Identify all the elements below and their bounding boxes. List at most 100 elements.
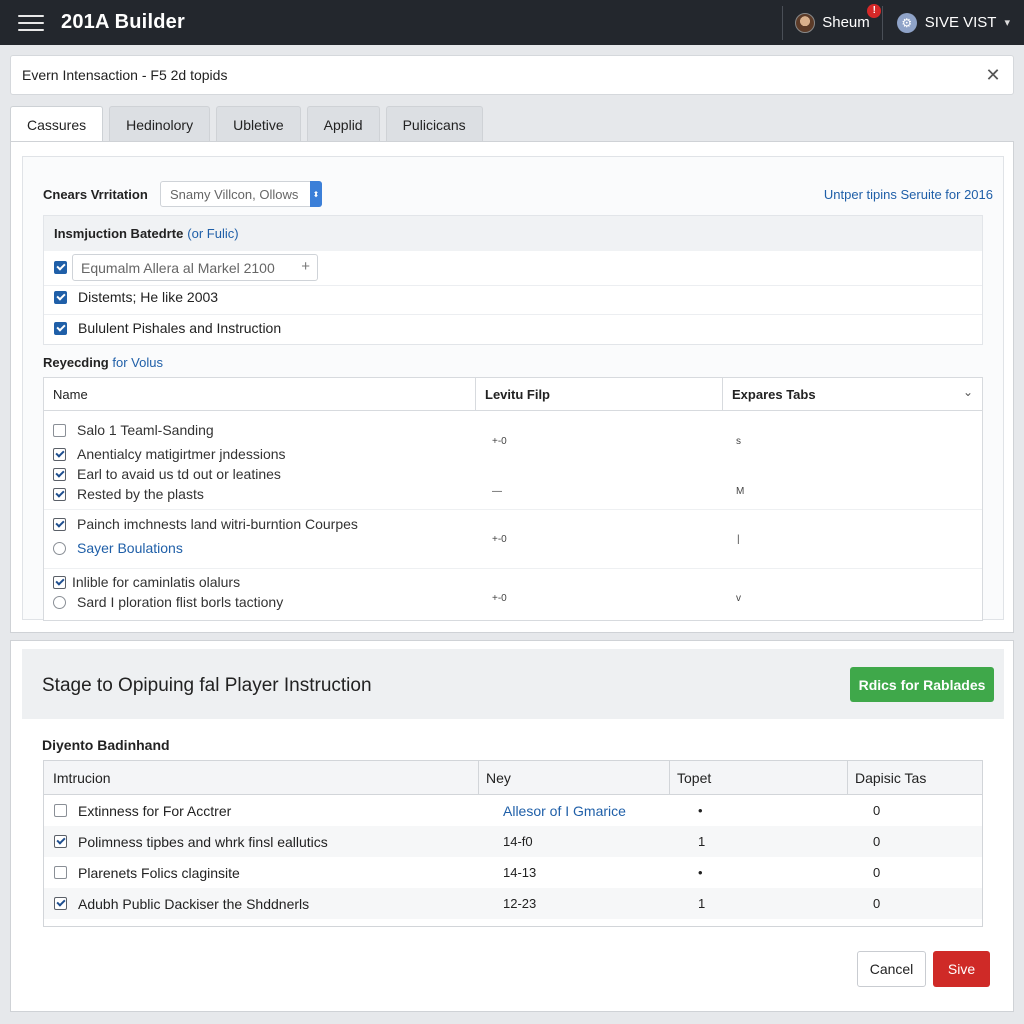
row-ney: 14-13: [503, 865, 537, 880]
player-instruction-panel: Stage to Opipuing fal Player Instruction…: [10, 640, 1014, 1012]
instruction-heading: Insmjuction Batedrte (or Fulic): [44, 216, 982, 251]
row-name: Polimness tipbes and whrk finsl eallutic…: [78, 833, 328, 850]
instruction-item-label: Distemts; He like 2003: [78, 289, 219, 305]
checkbox[interactable]: [53, 575, 66, 589]
panel-header: Stage to Opipuing fal Player Instruction…: [22, 649, 1004, 719]
user-name: Sheum: [822, 14, 870, 31]
plus-icon[interactable]: +: [301, 258, 310, 275]
table-row[interactable]: Painch imchnests land witri-burntion Cou…: [53, 516, 358, 532]
cancel-button[interactable]: Cancel: [857, 951, 926, 987]
checkbox[interactable]: [54, 866, 67, 879]
notification-badge[interactable]: !: [867, 3, 882, 18]
checkbox[interactable]: [53, 517, 66, 531]
section-title-text: Reyecding: [43, 355, 109, 370]
section-title-link[interactable]: for Volus: [112, 355, 163, 370]
tab-bar: Cassures Hedinolory Ubletive Applid Puli…: [10, 106, 483, 142]
column-divider: [669, 761, 670, 795]
chevron-down-icon[interactable]: ⬍: [310, 181, 322, 207]
row-link[interactable]: Allesor of I Gmarice: [503, 803, 626, 819]
tab-applid[interactable]: Applid: [306, 106, 380, 142]
instruction-input[interactable]: Equmalm Allera al Markel 2100 +: [72, 254, 318, 281]
tab-hedinolory[interactable]: Hedinolory: [109, 106, 211, 142]
avatar: [795, 12, 816, 33]
values-table: Name Levitu Filp Expares Tabs ⌄ Salo 1 T…: [43, 377, 983, 621]
table-row[interactable]: Sard I ploration flist borls tactiony: [53, 594, 283, 610]
row-tas: 0: [873, 803, 881, 818]
table-row[interactable]: Earl to avaid us td out or leatines: [53, 466, 281, 482]
row-label: Rested by the plasts: [77, 486, 204, 502]
panel-title: Stage to Opipuing fal Player Instruction: [42, 675, 372, 696]
row-value: |: [737, 534, 740, 545]
row-topet: 1: [698, 896, 706, 911]
row-label: Painch imchnests land witri-burntion Cou…: [77, 516, 358, 532]
site-selector[interactable]: ⚙ SIVE VIST ▾: [883, 12, 1024, 33]
table-row[interactable]: Plarenets Folics claginsite 14-13 • 0: [44, 857, 982, 888]
filter-link[interactable]: Untper tipins Seruite for 2016: [824, 187, 993, 202]
dialog-title: Evern Intensaction - F5 2d topids: [22, 67, 228, 83]
radio-button[interactable]: [53, 541, 66, 555]
checkbox[interactable]: [53, 467, 66, 481]
table-row[interactable]: Extinness for For Acctrer Allesor of I G…: [44, 795, 982, 826]
panel-inner: Cnears Vrritation Snamy Villcon, Ollows …: [22, 156, 1004, 621]
instruction-heading-link[interactable]: (or Fulic): [187, 226, 238, 241]
column-header-name[interactable]: Name: [53, 387, 88, 402]
column-header-topet[interactable]: Topet: [677, 770, 711, 786]
chevron-down-icon[interactable]: ⌄: [963, 385, 973, 399]
menu-icon[interactable]: [18, 14, 44, 32]
filter-row: Cnears Vrritation Snamy Villcon, Ollows …: [43, 181, 322, 207]
row-value: M: [736, 486, 745, 497]
checkbox[interactable]: [54, 835, 67, 848]
tab-cassures[interactable]: Cassures: [10, 106, 104, 142]
row-link[interactable]: Sayer Boulations: [77, 540, 183, 556]
checkbox[interactable]: [53, 487, 66, 501]
checkbox[interactable]: [54, 261, 67, 274]
instruction-heading-text: Insmjuction Batedrte: [54, 226, 184, 241]
table-row[interactable]: Adubh Public Dackiser the Shddnerls 12-2…: [44, 888, 982, 919]
table-row[interactable]: Sayer Boulations: [53, 540, 183, 556]
instruction-input-value: Equmalm Allera al Markel 2100: [81, 259, 275, 276]
radio-button[interactable]: [53, 595, 66, 609]
checkbox[interactable]: [54, 804, 67, 817]
table-row[interactable]: Salo 1 Teaml-Sanding: [53, 422, 214, 438]
table-row[interactable]: Inlible for caminlatis olalurs: [53, 574, 240, 590]
close-icon[interactable]: ✕: [982, 64, 1004, 86]
row-value: +-0: [492, 593, 507, 604]
column-header-levitu[interactable]: Levitu Filp: [485, 387, 550, 402]
row-value: v: [736, 593, 741, 604]
user-menu[interactable]: Sheum !: [783, 3, 882, 33]
row-divider: [44, 568, 982, 569]
checkbox[interactable]: [54, 897, 67, 910]
filter-select[interactable]: Snamy Villcon, Ollows ⬍: [160, 181, 322, 207]
row-label: Salo 1 Teaml-Sanding: [77, 422, 214, 438]
column-header-expares[interactable]: Expares Tabs: [732, 387, 816, 402]
checkbox[interactable]: [54, 321, 67, 335]
row-value: —: [492, 486, 502, 497]
row-value: s: [736, 436, 741, 447]
save-button[interactable]: Sive: [933, 951, 990, 987]
column-divider: [722, 378, 723, 411]
checkbox[interactable]: [53, 423, 66, 437]
column-divider: [475, 378, 476, 411]
column-header-ney[interactable]: Ney: [486, 770, 511, 786]
table-row[interactable]: Rested by the plasts: [53, 486, 204, 502]
column-header-imtrucion[interactable]: Imtrucion: [53, 770, 111, 786]
table-row[interactable]: Polimness tipbes and whrk finsl eallutic…: [44, 826, 982, 857]
checkbox[interactable]: [53, 447, 66, 461]
row-ney: 14-f0: [503, 834, 533, 849]
panel-subtitle: Diyento Badinhand: [42, 737, 170, 753]
tab-pulicicans[interactable]: Pulicicans: [385, 106, 483, 142]
tab-ubletive[interactable]: Ubletive: [216, 106, 301, 142]
filter-placeholder: Snamy Villcon, Ollows: [170, 186, 299, 202]
instruction-item: Bululent Pishales and Instruction: [54, 320, 281, 336]
checkbox[interactable]: [54, 290, 67, 304]
column-header-dapisic[interactable]: Dapisic Tas: [855, 770, 926, 786]
column-divider: [847, 761, 848, 795]
instruction-box: Insmjuction Batedrte (or Fulic) Equmalm …: [43, 215, 983, 345]
app-title: 201A Builder: [61, 11, 185, 33]
table-row[interactable]: Anentialcy matigirtmer jndessions: [53, 446, 286, 462]
table-header: Name Levitu Filp Expares Tabs ⌄: [44, 378, 982, 411]
row-value: +-0: [492, 534, 507, 545]
main-panel: Cnears Vrritation Snamy Villcon, Ollows …: [10, 141, 1014, 633]
divider: [44, 285, 982, 286]
action-button[interactable]: Rdics for Rablades: [850, 667, 994, 702]
